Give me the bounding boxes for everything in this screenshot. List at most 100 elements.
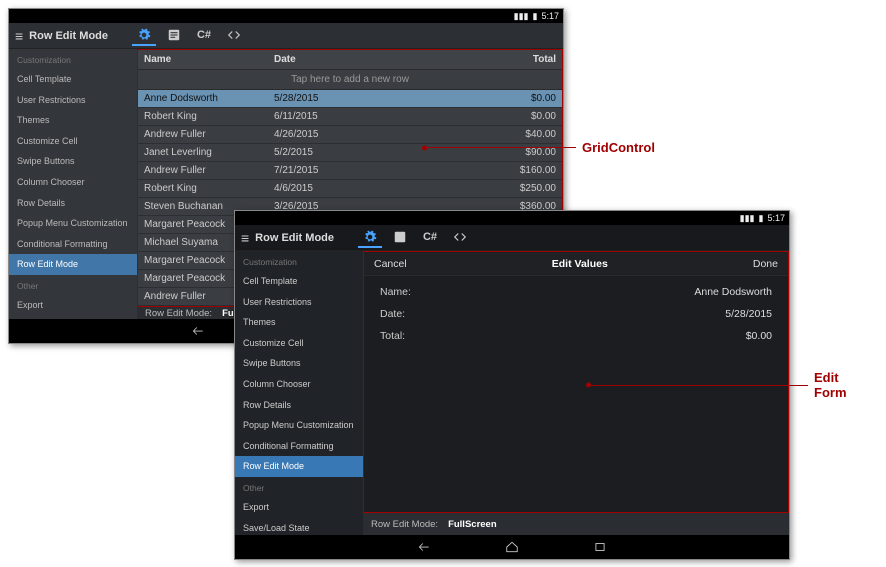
sidebar-item[interactable]: Row Details xyxy=(235,395,363,416)
sidebar-item[interactable]: Save/Load State xyxy=(235,518,363,535)
field-value: 5/28/2015 xyxy=(725,308,772,320)
cell-date: 5/2/2015 xyxy=(268,147,408,158)
status-time: 5:17 xyxy=(541,11,559,21)
col-date[interactable]: Date xyxy=(268,54,408,65)
sidebar-section: Customization xyxy=(9,49,137,69)
sidebar-item[interactable]: User Restrictions xyxy=(235,292,363,313)
android-navbar xyxy=(235,535,789,559)
sidebar-item[interactable]: Popup Menu Customization xyxy=(9,213,137,234)
sidebar-item[interactable]: Conditional Formatting xyxy=(235,436,363,457)
cell-total: $0.00 xyxy=(408,93,562,104)
signal-icon: ▮▮▮ xyxy=(514,11,529,22)
sidebar-item[interactable]: Row Edit Mode xyxy=(235,456,363,477)
cell-date: 6/11/2015 xyxy=(268,111,408,122)
sidebar-item[interactable]: User Restrictions xyxy=(9,90,137,111)
sidebar-item[interactable]: Popup Menu Customization xyxy=(235,415,363,436)
back-icon[interactable] xyxy=(415,540,433,554)
cell-name: Robert King xyxy=(138,183,268,194)
sidebar-item[interactable]: Row Edit Mode xyxy=(9,254,137,275)
sidebar-item[interactable]: Themes xyxy=(235,312,363,333)
cell-date: 4/6/2015 xyxy=(268,183,408,194)
col-name[interactable]: Name xyxy=(138,54,268,65)
cell-name: Robert King xyxy=(138,111,268,122)
battery-icon: ▮ xyxy=(533,11,538,22)
sidebar-section: Customization xyxy=(235,251,363,271)
sidebar-item[interactable]: Swipe Buttons xyxy=(235,353,363,374)
table-row[interactable]: Anne Dodsworth5/28/2015$0.00 xyxy=(138,90,562,108)
edit-title: Edit Values xyxy=(552,258,608,270)
code-icon xyxy=(227,28,241,42)
signal-icon: ▮▮▮ xyxy=(740,213,755,224)
cell-total: $160.00 xyxy=(408,165,562,176)
status-time: 5:17 xyxy=(767,213,785,223)
edit-field-row[interactable]: Name:Anne Dodsworth xyxy=(380,286,772,298)
sidebar-item[interactable]: Conditional Formatting xyxy=(9,234,137,255)
sidebar-item[interactable]: Cell Template xyxy=(9,69,137,90)
status-bar: ▮▮▮ ▮ 5:17 xyxy=(235,211,789,225)
cancel-button[interactable]: Cancel xyxy=(374,258,407,270)
cell-name: Andrew Fuller xyxy=(138,129,268,140)
tab-xaml[interactable] xyxy=(448,228,472,248)
cell-date: 4/26/2015 xyxy=(268,129,408,140)
tab-csharp[interactable]: C# xyxy=(192,26,216,46)
tab-xaml[interactable] xyxy=(222,26,246,46)
toolbar: ≡ Row Edit Mode C# xyxy=(9,23,563,49)
sidebar-item[interactable]: Column Chooser xyxy=(9,172,137,193)
gear-icon xyxy=(137,28,151,42)
table-row[interactable]: Robert King6/11/2015$0.00 xyxy=(138,108,562,126)
menu-icon[interactable]: ≡ xyxy=(15,29,23,43)
tab-csharp[interactable]: C# xyxy=(418,228,442,248)
done-button[interactable]: Done xyxy=(753,258,778,270)
sidebar-item[interactable]: Swipe Buttons xyxy=(9,151,137,172)
list-icon xyxy=(393,230,407,244)
sidebar-section: Other xyxy=(235,477,363,497)
footer: Row Edit Mode: FullScreen xyxy=(363,513,789,535)
back-icon[interactable] xyxy=(189,324,207,338)
cell-total: $40.00 xyxy=(408,129,562,140)
sidebar: CustomizationCell TemplateUser Restricti… xyxy=(235,251,363,535)
tab-settings[interactable] xyxy=(358,228,382,248)
cell-name: Anne Dodsworth xyxy=(138,93,268,104)
cell-name: Janet Leverling xyxy=(138,147,268,158)
menu-icon[interactable]: ≡ xyxy=(241,231,249,245)
sidebar-item[interactable]: Customize Cell xyxy=(235,333,363,354)
status-bar: ▮▮▮ ▮ 5:17 xyxy=(9,9,563,23)
toolbar-title: Row Edit Mode xyxy=(255,232,334,244)
tab-description[interactable] xyxy=(162,26,186,46)
tab-description[interactable] xyxy=(388,228,412,248)
table-row[interactable]: Andrew Fuller7/21/2015$160.00 xyxy=(138,162,562,180)
field-label: Date: xyxy=(380,308,405,320)
callout-gridcontrol: GridControl xyxy=(426,140,676,155)
sidebar-item[interactable]: Themes xyxy=(9,110,137,131)
cell-name: Andrew Fuller xyxy=(138,165,268,176)
footer-label: Row Edit Mode: xyxy=(145,308,212,319)
col-total[interactable]: Total xyxy=(408,54,562,65)
callout-form-label: Edit Form xyxy=(814,370,870,400)
edit-field-row[interactable]: Total:$0.00 xyxy=(380,330,772,342)
gear-icon xyxy=(363,230,377,244)
battery-icon: ▮ xyxy=(759,213,764,224)
cell-total: $250.00 xyxy=(408,183,562,194)
home-icon[interactable] xyxy=(503,540,521,554)
footer-mode[interactable]: FullScreen xyxy=(448,519,497,530)
list-icon xyxy=(167,28,181,42)
sidebar-item[interactable]: Export xyxy=(9,295,137,316)
callout-grid-label: GridControl xyxy=(582,140,655,155)
edit-header: Cancel Edit Values Done xyxy=(364,252,788,276)
sidebar-item[interactable]: Customize Cell xyxy=(9,131,137,152)
sidebar-item[interactable]: Row Details xyxy=(9,193,137,214)
recents-icon[interactable] xyxy=(591,540,609,554)
table-row[interactable]: Robert King4/6/2015$250.00 xyxy=(138,180,562,198)
field-label: Name: xyxy=(380,286,411,298)
new-row-prompt[interactable]: Tap here to add a new row xyxy=(138,70,562,90)
tab-settings[interactable] xyxy=(132,26,156,46)
sidebar-section: Other xyxy=(9,275,137,295)
code-icon xyxy=(453,230,467,244)
sidebar-item[interactable]: Export xyxy=(235,497,363,518)
sidebar-item[interactable]: Cell Template xyxy=(235,271,363,292)
sidebar-item[interactable]: Column Chooser xyxy=(235,374,363,395)
sidebar: CustomizationCell TemplateUser Restricti… xyxy=(9,49,137,319)
edit-field-row[interactable]: Date: 5/28/2015 xyxy=(380,308,772,320)
cell-date: 5/28/2015 xyxy=(268,93,408,104)
field-value: $0.00 xyxy=(746,330,772,342)
